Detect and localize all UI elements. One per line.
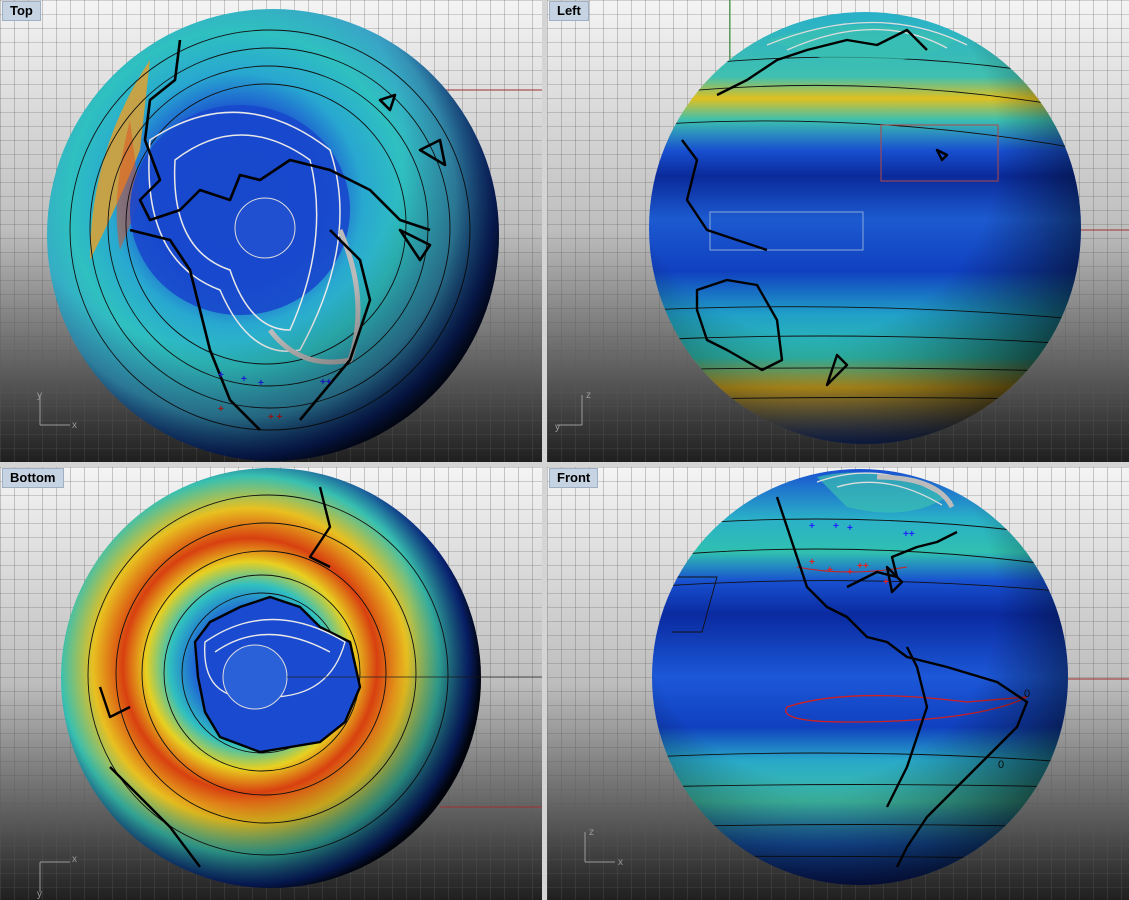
viewport-title-bottom[interactable]: Bottom (2, 468, 64, 488)
viewport-front-canvas[interactable]: 0 0 +++++ ++++++ x z (547, 467, 1129, 900)
axis-label-h: y (555, 422, 560, 433)
viewport-top[interactable]: +++++ ++ + x y Top (0, 0, 542, 462)
axis-label-h: x (72, 854, 77, 865)
axis-label-h: x (618, 857, 623, 868)
axis-label-v: y (37, 390, 42, 401)
viewport-left[interactable]: y z Left (547, 0, 1129, 462)
globe-top[interactable]: +++++ ++ + (47, 9, 499, 461)
viewport-top-canvas[interactable]: +++++ ++ + x y (0, 0, 542, 462)
axis-label-v: y (37, 889, 42, 900)
viewport-divider-vertical[interactable] (542, 0, 547, 900)
axis-label-v: z (589, 827, 594, 838)
axis-label-v: z (586, 390, 591, 401)
viewport-bottom-canvas[interactable]: x y (0, 467, 542, 900)
viewport-bottom[interactable]: x y Bottom (0, 467, 542, 900)
viewport-front[interactable]: 0 0 +++++ ++++++ x z Front (547, 467, 1129, 900)
viewport-title-front[interactable]: Front (549, 468, 599, 488)
viewport-title-top[interactable]: Top (2, 1, 41, 21)
viewport-divider-horizontal[interactable] (0, 462, 1129, 467)
viewport-title-left[interactable]: Left (549, 1, 589, 21)
axis-label-h: x (72, 420, 77, 431)
viewport-left-canvas[interactable]: y z (547, 0, 1129, 462)
